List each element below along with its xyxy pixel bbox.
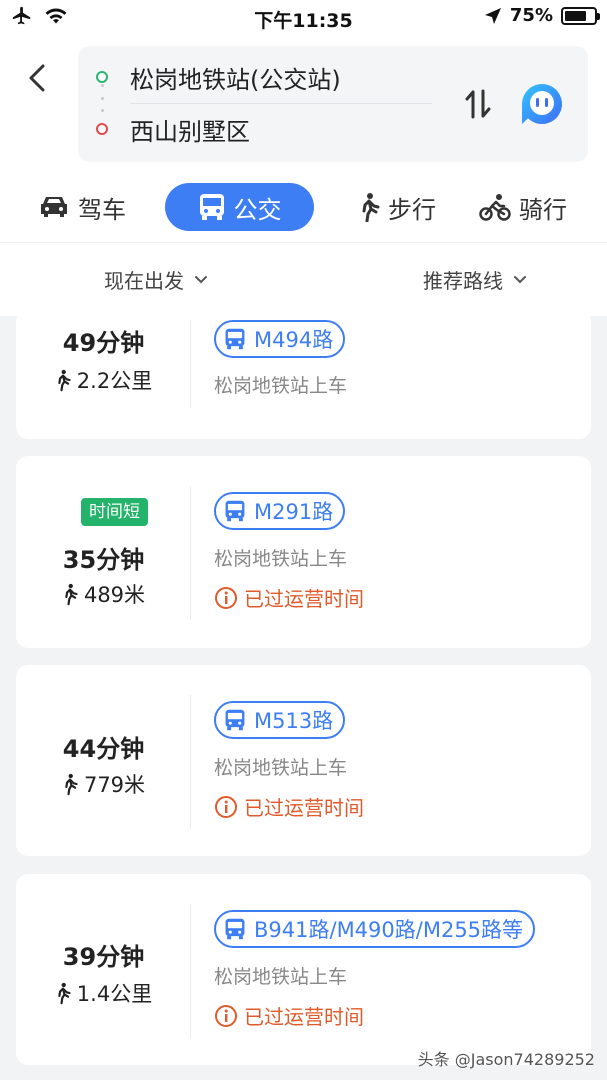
- service-ended-warning: 已过运营时间: [214, 792, 364, 821]
- bike-icon: [479, 194, 511, 221]
- walk-icon: [58, 369, 71, 392]
- bus-line-name: B941路/M490路/M255路等: [254, 918, 524, 942]
- tab-walk-label: 步行: [388, 195, 436, 224]
- tab-bus[interactable]: 公交: [165, 183, 314, 231]
- bus-icon: [199, 194, 224, 220]
- tab-bike-label: 骑行: [519, 195, 567, 224]
- walk-icon: [65, 773, 78, 796]
- back-button[interactable]: [18, 58, 58, 98]
- bus-icon: [225, 328, 245, 350]
- bus-line-tag: M494路: [214, 320, 346, 358]
- route-card[interactable]: 49分钟 2.2公里 M494路 松岗地铁站上车: [16, 316, 591, 439]
- shortest-time-badge: 时间短: [81, 498, 148, 526]
- route-input-box: 松岗地铁站(公交站) 西山别墅区: [78, 46, 588, 162]
- chevron-left-icon: [29, 64, 45, 92]
- route-card[interactable]: 39分钟 1.4公里 B941路/M490路/M255路等 松岗地铁站上车 已过…: [16, 874, 591, 1065]
- battery-percent: 75%: [509, 5, 553, 26]
- bus-line-tag: M291路: [214, 492, 346, 530]
- tab-drive-label: 驾车: [78, 195, 126, 224]
- info-icon: [215, 795, 237, 818]
- battery-level: [565, 10, 586, 21]
- tab-bus-label: 公交: [233, 195, 282, 224]
- route-duration: 35分钟: [62, 546, 145, 574]
- tab-drive[interactable]: 驾车: [38, 183, 126, 231]
- tab-bike[interactable]: 骑行: [479, 183, 567, 231]
- origin-text: 松岗地铁站(公交站): [130, 65, 341, 94]
- route-sort-dropdown[interactable]: 推荐路线: [423, 265, 527, 294]
- route-duration: 44分钟: [62, 735, 145, 763]
- walk-icon: [362, 193, 380, 222]
- route-duration: 39分钟: [62, 943, 145, 971]
- bus-line-tag: M513路: [214, 701, 346, 739]
- depart-time-dropdown[interactable]: 现在出发: [104, 265, 208, 294]
- walk-icon: [58, 982, 71, 1005]
- route-walk-distance: 779米: [16, 769, 191, 799]
- origin-field[interactable]: 松岗地铁站(公交站): [78, 52, 438, 102]
- car-icon: [41, 197, 67, 217]
- board-station: 松岗地铁站上车: [214, 375, 348, 397]
- service-ended-warning: 已过运营时间: [214, 1001, 364, 1030]
- bus-line-name: M494路: [254, 328, 334, 352]
- battery-icon: [561, 6, 600, 25]
- board-station: 松岗地铁站上车: [214, 757, 348, 779]
- destination-field[interactable]: 西山别墅区: [78, 104, 438, 154]
- route-header: 松岗地铁站(公交站) 西山别墅区 驾车 公交 步行 骑行: [0, 34, 607, 242]
- tab-walk[interactable]: 步行: [358, 183, 436, 231]
- chevron-down-icon: [195, 275, 207, 283]
- status-bar: 下午11:35 75%: [0, 0, 607, 34]
- board-station: 松岗地铁站上车: [214, 548, 348, 570]
- route-card[interactable]: 时间短 35分钟 489米 M291路 松岗地铁站上车 已过运营时间: [16, 456, 591, 648]
- walk-icon: [65, 583, 78, 606]
- destination-text: 西山别墅区: [130, 117, 250, 146]
- route-list: 49分钟 2.2公里 M494路 松岗地铁站上车 时间短 35分钟 489米 M…: [0, 316, 607, 1080]
- board-station: 松岗地铁站上车: [214, 966, 348, 988]
- watermark: 头条 @Jason74289252: [417, 1050, 595, 1069]
- assistant-face-icon: [522, 84, 562, 124]
- info-icon: [215, 1004, 237, 1027]
- filter-bar: 现在出发 推荐路线: [0, 242, 607, 316]
- chevron-down-icon: [514, 275, 526, 283]
- bus-icon: [225, 918, 245, 940]
- bus-line-tag: B941路/M490路/M255路等: [214, 910, 536, 948]
- bus-line-name: M513路: [254, 709, 334, 733]
- route-walk-distance: 1.4公里: [16, 978, 191, 1008]
- route-duration: 49分钟: [62, 329, 145, 357]
- service-ended-warning: 已过运营时间: [214, 583, 364, 612]
- route-walk-distance: 2.2公里: [16, 365, 191, 395]
- bus-icon: [225, 709, 245, 731]
- swap-button[interactable]: [458, 84, 498, 124]
- depart-time-label: 现在出发: [104, 269, 184, 293]
- voice-assistant-button[interactable]: [518, 80, 566, 128]
- bus-icon: [225, 500, 245, 522]
- swap-icon: [465, 89, 491, 119]
- route-walk-distance: 489米: [16, 579, 191, 609]
- destination-dot-icon: [96, 123, 108, 135]
- location-arrow-icon: [484, 7, 501, 24]
- origin-dot-icon: [96, 71, 108, 83]
- route-card[interactable]: 44分钟 779米 M513路 松岗地铁站上车 已过运营时间: [16, 665, 591, 856]
- route-sort-label: 推荐路线: [423, 269, 503, 293]
- travel-mode-tabs: 驾车 公交 步行 骑行: [0, 179, 607, 235]
- info-icon: [215, 586, 237, 609]
- bus-line-name: M291路: [254, 500, 334, 524]
